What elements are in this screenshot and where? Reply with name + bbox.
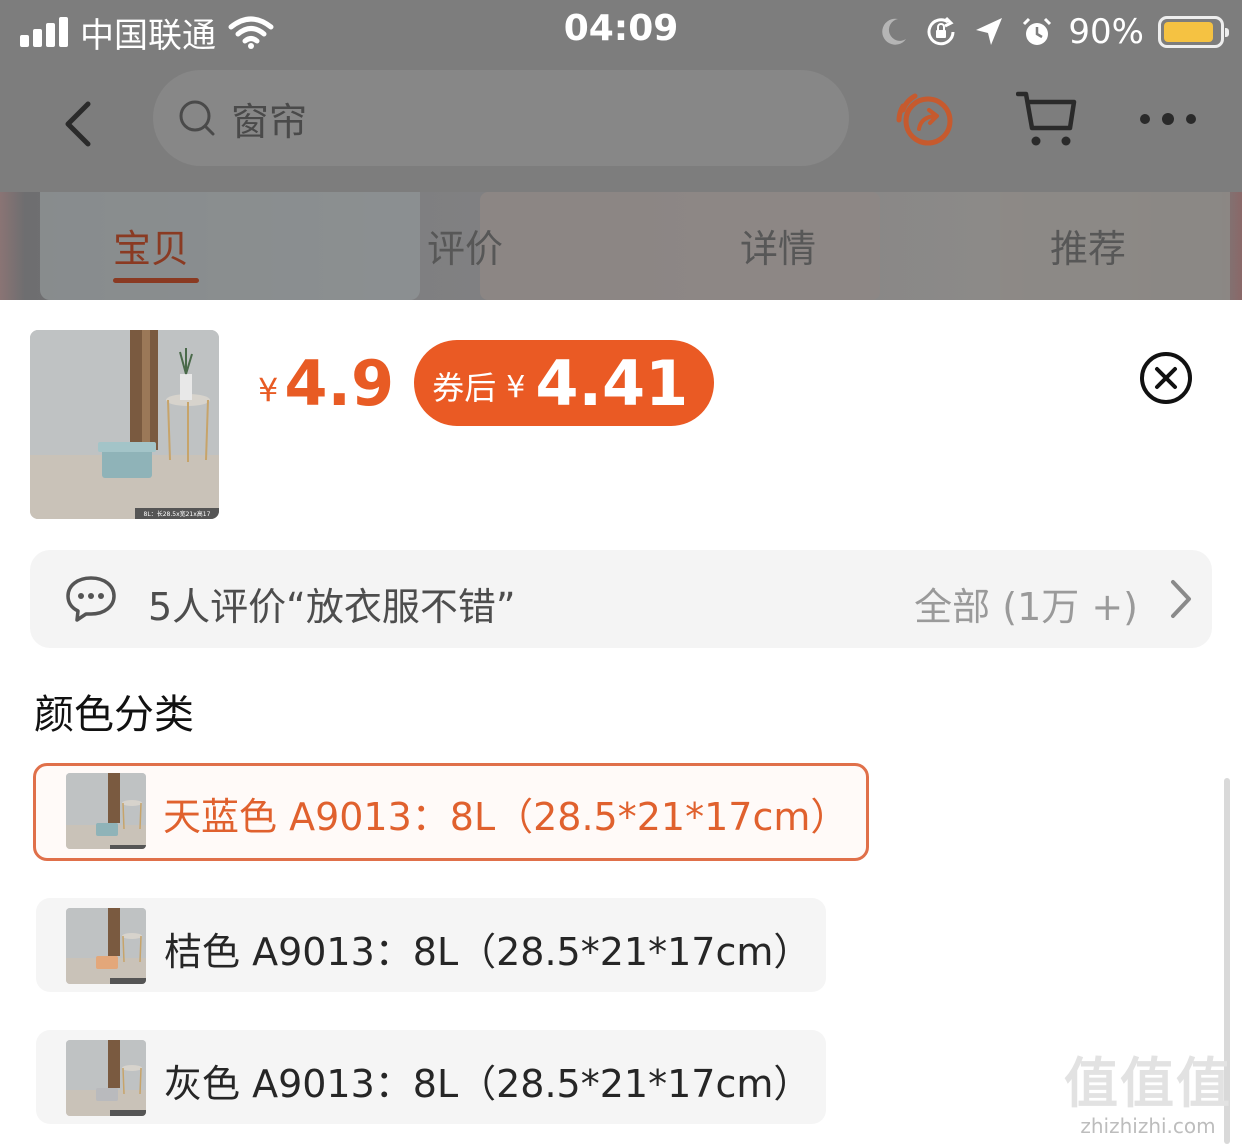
dimmed-page-background: 中国联通 04:09 90% 窗帘 宝贝 评价 详情 推荐 [0, 0, 1242, 300]
sku-option-gray[interactable]: 灰色 A9013：8L（28.5*21*17cm） [36, 1030, 826, 1124]
review-snippet: 5人评价“放衣服不错” [148, 585, 516, 629]
watermark-url: zhizhizhi.com [1080, 1114, 1216, 1138]
sku-option-thumbnail [66, 1040, 146, 1116]
battery-percent: 90% [1068, 12, 1144, 52]
moon-icon [882, 18, 907, 45]
product-thumbnail[interactable]: 8L：长28.5x宽21x高17 [30, 330, 219, 519]
location-icon [976, 18, 1003, 45]
share-icon[interactable] [895, 88, 957, 150]
search-input[interactable]: 窗帘 [153, 70, 849, 166]
tab-recommend[interactable]: 推荐 [1050, 218, 1126, 273]
chevron-left-icon[interactable] [56, 98, 100, 150]
chat-bubble-icon [66, 576, 116, 622]
coupon-currency: ¥ [506, 369, 526, 405]
review-all-count[interactable]: 全部 (1万 +) [914, 576, 1138, 631]
search-placeholder: 窗帘 [231, 99, 308, 144]
tab-reviews[interactable]: 评价 [427, 218, 503, 273]
tab-details[interactable]: 详情 [740, 218, 816, 273]
watermark: 值值值 zhizhizhi.com [1064, 1052, 1232, 1139]
more-dots-icon[interactable] [1137, 88, 1199, 150]
sku-option-label: 天蓝色 A9013：8L（28.5*21*17cm） [163, 795, 849, 839]
sku-option-label: 灰色 A9013：8L（28.5*21*17cm） [164, 1062, 812, 1106]
sku-option-sky-blue[interactable]: 天蓝色 A9013：8L（28.5*21*17cm） [33, 763, 869, 861]
battery-icon [1158, 16, 1229, 48]
coupon-price: 4.41 [535, 346, 689, 420]
cart-icon[interactable] [1016, 88, 1078, 150]
sku-option-thumbnail [66, 773, 146, 849]
tab-bar: 宝贝 评价 详情 推荐 [0, 192, 1242, 300]
price-currency: ¥ [258, 371, 279, 409]
coupon-price-badge: 券后 ¥ 4.41 [414, 340, 715, 426]
close-circle-icon[interactable] [1138, 350, 1194, 406]
sku-selector-sheet: 8L：长28.5x宽21x高17 ¥ 4.9 券后 ¥ 4.41 5人评价“放衣… [0, 300, 1242, 1144]
orientation-lock-icon [928, 16, 955, 46]
sku-option-thumbnail [66, 908, 146, 984]
tab-baobei[interactable]: 宝贝 [113, 218, 189, 273]
sku-option-label: 桔色 A9013：8L（28.5*21*17cm） [164, 930, 812, 974]
coupon-label: 券后 [432, 369, 497, 407]
thumbnail-caption: 8L：长28.5x宽21x高17 [144, 510, 211, 518]
price-row: ¥ 4.9 券后 ¥ 4.41 [258, 340, 715, 426]
price-value: 4.9 [284, 346, 395, 420]
watermark-logo-text: 值值值 [1064, 1052, 1232, 1115]
navigation-bar: 窗帘 [0, 64, 1242, 192]
color-category-title: 颜色分类 [34, 692, 194, 738]
status-bar: 中国联通 04:09 90% [0, 0, 1242, 64]
chevron-right-icon[interactable] [1168, 578, 1194, 620]
alarm-icon [1023, 17, 1052, 45]
sku-option-orange[interactable]: 桔色 A9013：8L（28.5*21*17cm） [36, 898, 826, 992]
review-summary-bar[interactable]: 5人评价“放衣服不错” 全部 (1万 +) [30, 550, 1212, 648]
tab-active-indicator [113, 278, 199, 283]
search-icon [179, 100, 215, 136]
